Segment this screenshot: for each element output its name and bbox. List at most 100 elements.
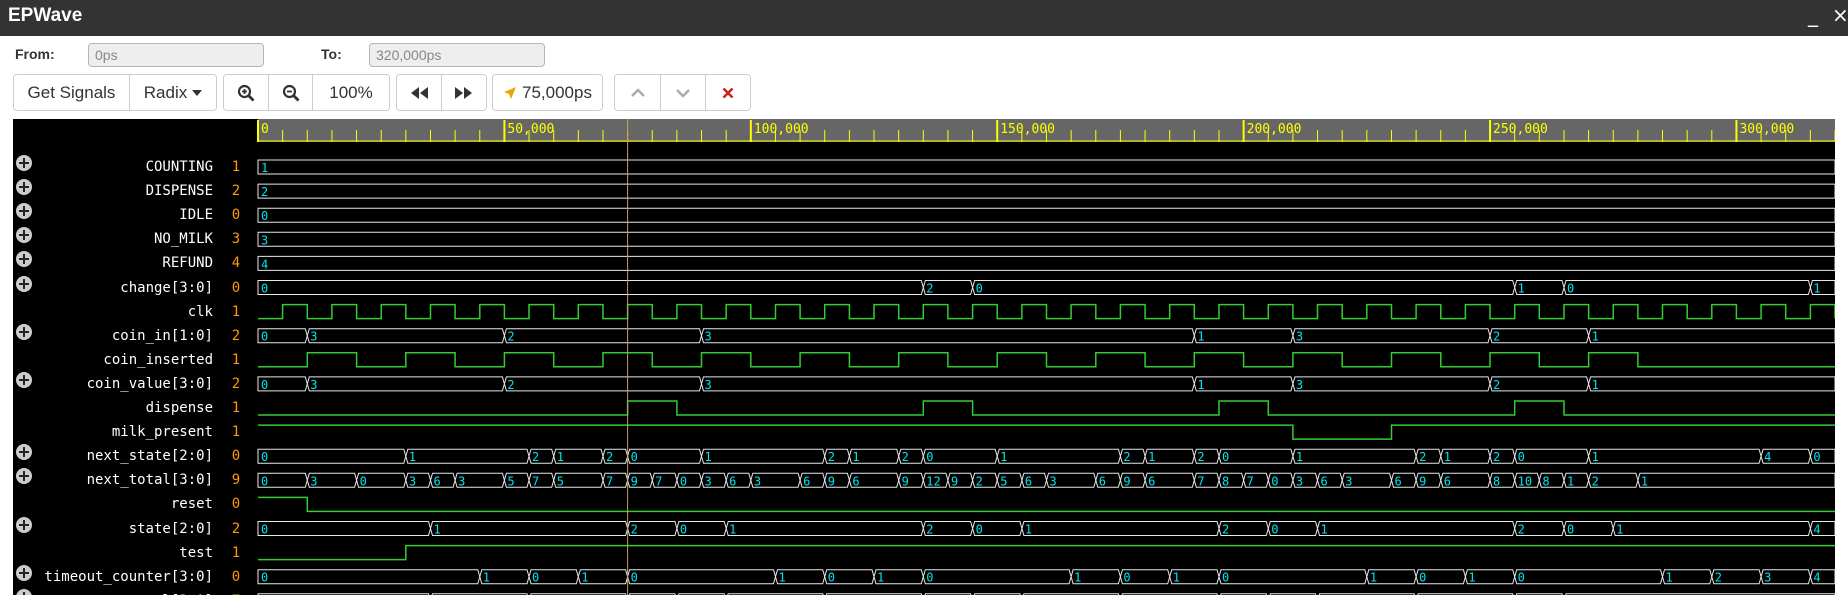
- signal-name-next-state[interactable]: next_state[2:0]: [13, 447, 213, 465]
- bus-value-label: 1: [778, 571, 785, 585]
- signal-name-reset[interactable]: reset: [13, 495, 213, 513]
- bus-segment: [1489, 328, 1590, 344]
- bus-value-label: 1: [1592, 330, 1599, 344]
- bus-value-label: 8: [1493, 474, 1500, 488]
- from-label: From:: [15, 46, 55, 62]
- cursor-time-label: 75,000ps: [522, 82, 592, 102]
- bus-value-label: 0: [1271, 523, 1278, 537]
- bus-value-label: 1: [1468, 571, 1475, 585]
- bus-value-label: 1: [1641, 474, 1648, 488]
- bus-segment: [627, 569, 777, 585]
- signal-name-clk[interactable]: clk: [13, 303, 213, 321]
- bus-value-label: 9: [1123, 474, 1130, 488]
- signal-name-idle[interactable]: IDLE: [13, 206, 213, 224]
- bus-value-label: 6: [1394, 474, 1401, 488]
- bus-value-label: 0: [1518, 450, 1525, 464]
- bus-value-label: 1: [1074, 571, 1081, 585]
- signal-name-next-total[interactable]: next_total[3:0]: [13, 471, 213, 489]
- close-button[interactable]: ×: [1832, 3, 1848, 27]
- bus-value-label: 3: [409, 474, 416, 488]
- bus-value-label: 1: [483, 571, 490, 585]
- signal-value-counting: 1: [231, 159, 241, 175]
- ruler-label: 100,000: [754, 122, 809, 137]
- bus-value-label: 0: [680, 474, 687, 488]
- bus-segment: [257, 569, 481, 585]
- signal-value-refund: 4: [231, 255, 241, 272]
- bus-value-label: 1: [1666, 571, 1673, 585]
- signal-name-test[interactable]: test: [13, 544, 213, 562]
- signal-name-no-milk[interactable]: NO_MILK: [13, 230, 213, 248]
- bus-value-label: 3: [1764, 571, 1771, 585]
- signal-value-dispense: 1: [231, 400, 241, 416]
- bus-value-label: 0: [360, 474, 367, 488]
- signal-value-reset: 0: [231, 496, 241, 513]
- bus-value-label: 2: [926, 523, 933, 537]
- minimize-button[interactable]: _: [1808, 3, 1818, 27]
- bus-value-label: 3: [310, 378, 317, 392]
- bus-value-label: 2: [1197, 450, 1204, 464]
- signal-name-timeout-counter[interactable]: timeout_counter[3:0]: [13, 568, 213, 586]
- signal-name-change[interactable]: change[3:0]: [13, 279, 213, 297]
- bus-value-label: 4: [1764, 450, 1771, 464]
- bus-value-label: 3: [705, 474, 712, 488]
- bus-value-label: 3: [310, 330, 317, 344]
- bus-value-label: 2: [1493, 330, 1500, 344]
- bus-value-label: 3: [1296, 474, 1303, 488]
- ruler-label: 0: [261, 122, 269, 137]
- bus-segment: [922, 448, 998, 464]
- bus-value-label: 3: [1345, 474, 1352, 488]
- to-input[interactable]: [369, 43, 545, 67]
- signal-name-counting[interactable]: COUNTING: [13, 158, 213, 176]
- bus-segment: [1588, 376, 1835, 392]
- delete-button[interactable]: [706, 75, 750, 110]
- bus-segment: [503, 376, 703, 392]
- bus-value-label: 2: [902, 450, 909, 464]
- bus-value-label: 1: [1197, 330, 1204, 344]
- bus-value-label: 2: [926, 282, 933, 296]
- bus-value-label: 8: [1222, 474, 1229, 488]
- signal-name-coin-in[interactable]: coin_in[1:0]: [13, 327, 213, 345]
- previous-transition-button[interactable]: [615, 75, 661, 110]
- bit-waveform: [258, 400, 1835, 416]
- bus-value-label: 7: [532, 474, 539, 488]
- bus-value-label: 6: [803, 474, 810, 488]
- bus-segment: [257, 255, 1835, 271]
- signal-name-state[interactable]: state[2:0]: [13, 520, 213, 538]
- bus-value-label: 6: [1148, 474, 1155, 488]
- signal-name-coin-inserted[interactable]: coin_inserted: [13, 351, 213, 369]
- signal-name-milk-present[interactable]: milk_present: [13, 423, 213, 441]
- zoom-out-button[interactable]: [269, 75, 313, 110]
- bus-value-label: 2: [1493, 450, 1500, 464]
- signal-value-dispense: 2: [231, 183, 241, 200]
- bus-value-label: 6: [1099, 474, 1106, 488]
- signal-name-dispense[interactable]: dispense: [13, 399, 213, 417]
- bus-value-label: 1: [1025, 523, 1032, 537]
- bus-value-label: 10: [1518, 474, 1532, 488]
- from-input[interactable]: [88, 43, 264, 67]
- get-signals-button[interactable]: Get Signals: [14, 75, 130, 110]
- signal-value-idle: 0: [231, 207, 241, 224]
- signal-value-state: 2: [231, 520, 241, 537]
- zoom-level-button[interactable]: 100%: [313, 75, 389, 110]
- fast-forward-button[interactable]: [442, 75, 486, 110]
- signal-name-refund[interactable]: REFUND: [13, 254, 213, 272]
- rewind-button[interactable]: [397, 75, 442, 110]
- bus-value-label: 0: [680, 523, 687, 537]
- bus-value-label: 2: [1493, 378, 1500, 392]
- signal-name-dispense[interactable]: DISPENSE: [13, 182, 213, 200]
- bus-value-label: 7: [655, 474, 662, 488]
- radix-dropdown[interactable]: Radix: [130, 75, 216, 110]
- bus-value-label: 2: [1592, 474, 1599, 488]
- signal-name-coin-value[interactable]: coin_value[3:0]: [13, 375, 213, 393]
- bus-value-label: 1: [433, 523, 440, 537]
- bus-value-label: 1: [261, 161, 268, 175]
- cursor-time-button[interactable]: 75,000ps: [493, 75, 602, 110]
- bus-segment: [257, 159, 1835, 175]
- bus-value-label: 2: [1518, 523, 1525, 537]
- bus-value-label: 0: [261, 378, 268, 392]
- bus-value-label: 0: [1123, 571, 1130, 585]
- next-transition-button[interactable]: [661, 75, 706, 110]
- bus-value-label: 2: [261, 185, 268, 199]
- waveform-panel[interactable]: 0 50,000 100,000 150,000 200,000 250,000 300,0…: [13, 119, 1835, 595]
- zoom-in-button[interactable]: [224, 75, 269, 110]
